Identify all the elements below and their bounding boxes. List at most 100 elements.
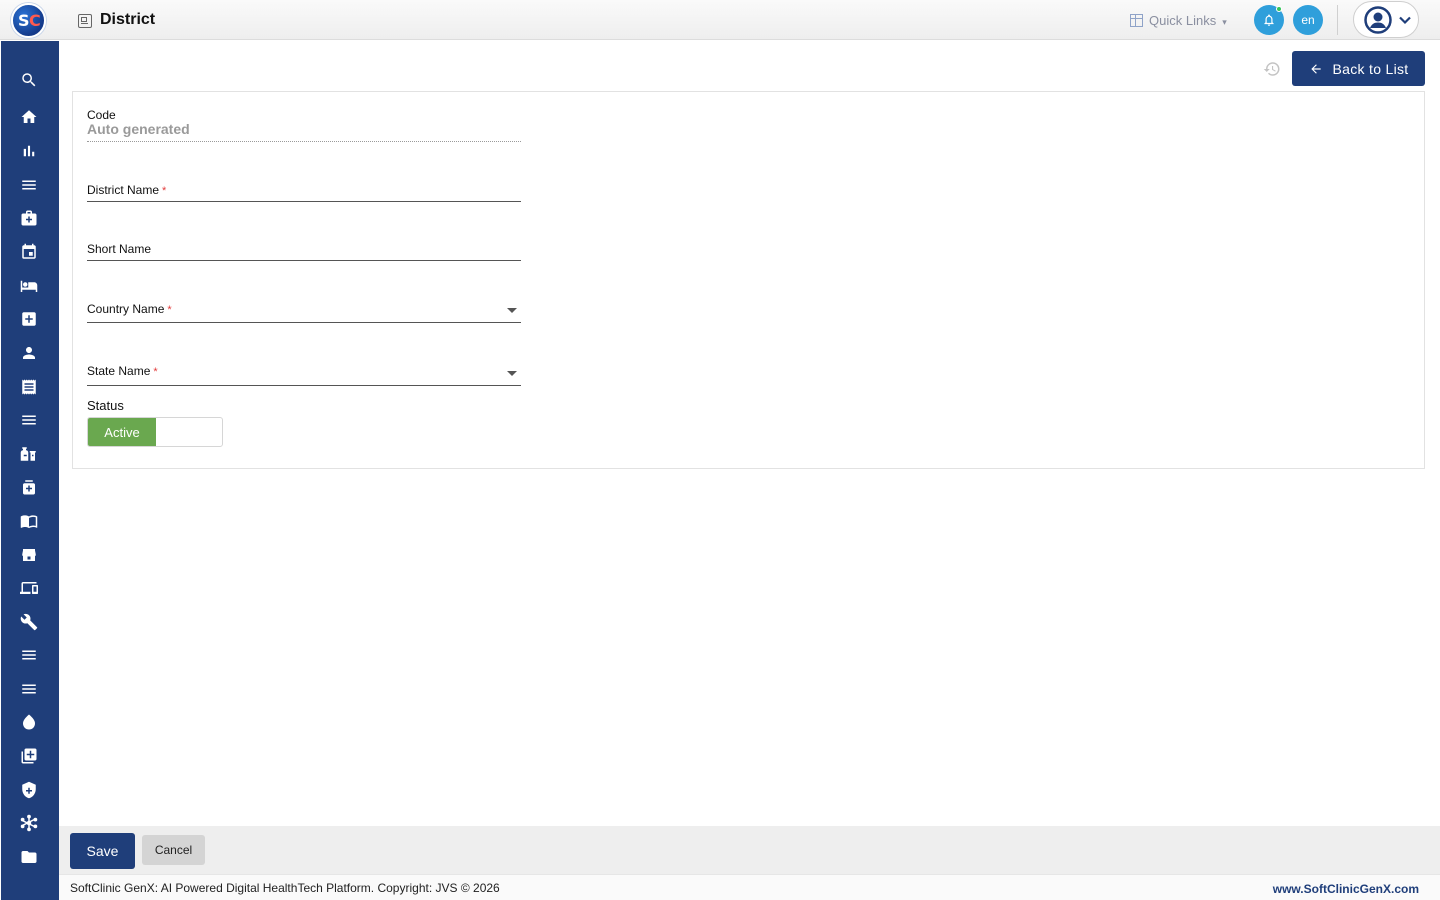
district-name-underline [87, 201, 521, 202]
add-box-icon [21, 748, 37, 764]
footer-copyright: SoftClinic GenX: AI Powered Digital Heal… [70, 881, 500, 895]
book-icon [20, 515, 38, 529]
logo-letter-c: C [29, 11, 41, 30]
store-icon [22, 549, 36, 561]
district-name-field[interactable]: District Name * [87, 183, 166, 197]
required-mark: * [162, 185, 167, 197]
sidebar-item-menu-2[interactable] [18, 409, 40, 431]
wrench-icon [20, 613, 38, 631]
medical-bag-icon [21, 210, 37, 226]
bed-icon [20, 280, 38, 292]
history-icon[interactable] [1263, 60, 1281, 78]
country-name-label: Country Name [87, 302, 165, 316]
sidebar-item-ward[interactable] [18, 275, 40, 297]
shield-icon [22, 781, 36, 799]
notification-dot [1276, 6, 1282, 12]
form-action-bar: Save Cancel [59, 826, 1440, 874]
home-icon [21, 110, 37, 123]
sidebar-item-billing[interactable] [18, 376, 40, 398]
user-menu-button[interactable] [1353, 1, 1419, 38]
cancel-button[interactable]: Cancel [142, 835, 205, 865]
code-value: Auto generated [87, 121, 190, 137]
country-name-select[interactable]: Country Name * [87, 302, 172, 316]
state-name-select[interactable]: State Name * [87, 364, 158, 378]
sidebar-item-integrations[interactable] [18, 812, 40, 834]
status-toggle[interactable]: Active [87, 417, 223, 447]
status-active-segment[interactable]: Active [88, 418, 156, 446]
sidebar-item-medical[interactable] [18, 207, 40, 229]
country-name-underline [87, 322, 521, 323]
page-footer: SoftClinic GenX: AI Powered Digital Heal… [59, 874, 1440, 900]
sidebar-item-library[interactable] [18, 510, 40, 532]
app-logo[interactable]: S C [11, 3, 46, 38]
language-button[interactable]: en [1293, 5, 1323, 35]
sidebar-item-store[interactable] [18, 544, 40, 566]
bell-icon [1264, 14, 1274, 26]
back-to-list-button[interactable]: Back to List [1292, 51, 1425, 86]
top-header: S C District Quick Links ▾ en [0, 0, 1440, 40]
sidebar-item-pharmacy[interactable] [18, 476, 40, 498]
receipt-icon [22, 379, 36, 395]
chevron-down-icon: ▾ [1222, 16, 1227, 27]
sidebar-item-devices[interactable] [18, 577, 40, 599]
menu-icon [22, 684, 36, 694]
sidebar-item-laboratory[interactable] [18, 443, 40, 465]
state-name-label: State Name [87, 364, 151, 378]
sidebar-item-blood-bank[interactable] [18, 711, 40, 733]
short-name-underline [87, 260, 521, 261]
state-name-underline [87, 385, 521, 386]
sidebar-item-calendar[interactable] [18, 241, 40, 263]
sidebar-item-settings[interactable] [18, 611, 40, 633]
medicine-bottle-icon [23, 480, 35, 495]
sidebar-item-patients[interactable] [18, 342, 40, 364]
caret-down-icon[interactable] [507, 308, 517, 313]
footer-website-link[interactable]: www.SoftClinicGenX.com [1273, 882, 1419, 896]
search-icon [22, 73, 36, 87]
sidebar-item-reports[interactable] [18, 140, 40, 162]
quick-links-menu[interactable]: Quick Links ▾ [1130, 10, 1227, 30]
save-button[interactable]: Save [70, 833, 135, 869]
sidebar-item-search[interactable] [18, 69, 40, 91]
required-mark: * [167, 304, 172, 316]
code-label: Code [87, 108, 116, 122]
short-name-field[interactable]: Short Name [87, 242, 151, 256]
arrow-left-icon [1310, 63, 1321, 74]
short-name-label: Short Name [87, 242, 152, 256]
user-avatar-icon [1364, 6, 1392, 34]
menu-icon [22, 650, 36, 660]
status-label: Status [87, 398, 124, 413]
required-mark: * [153, 366, 158, 378]
district-form: Code Auto generated District Name * Short… [72, 91, 1425, 469]
sidebar-item-menu-4[interactable] [18, 678, 40, 700]
sidebar-item-emergency[interactable] [18, 308, 40, 330]
folder-icon [21, 851, 37, 863]
lab-bottles-icon [20, 447, 36, 461]
first-aid-icon [22, 312, 36, 326]
code-underline [87, 141, 521, 142]
sidebar-item-home[interactable] [18, 106, 40, 128]
hub-icon [20, 814, 38, 832]
back-to-list-label: Back to List [1332, 60, 1409, 77]
sidebar-item-documents[interactable] [18, 846, 40, 868]
logo-letter-s: S [18, 11, 30, 30]
menu-icon [22, 415, 36, 425]
notifications-button[interactable] [1254, 5, 1284, 35]
sidebar-item-insurance[interactable] [18, 779, 40, 801]
calendar-icon [22, 243, 36, 259]
sidebar-nav [1, 41, 59, 900]
caret-down-icon[interactable] [507, 371, 517, 376]
person-icon [23, 347, 35, 359]
district-name-label: District Name [87, 183, 160, 197]
page-icon [78, 14, 92, 28]
devices-icon [20, 582, 38, 594]
bar-chart-icon [23, 145, 35, 157]
sidebar-item-add-records[interactable] [18, 745, 40, 767]
header-divider [1337, 5, 1338, 35]
drop-icon [23, 714, 35, 730]
quick-links-label: Quick Links [1149, 12, 1217, 28]
gift-icon [1130, 13, 1143, 27]
chevron-down-icon [1399, 16, 1411, 25]
sidebar-item-menu-3[interactable] [18, 644, 40, 666]
sidebar-item-menu-1[interactable] [18, 174, 40, 196]
menu-icon [22, 180, 36, 190]
